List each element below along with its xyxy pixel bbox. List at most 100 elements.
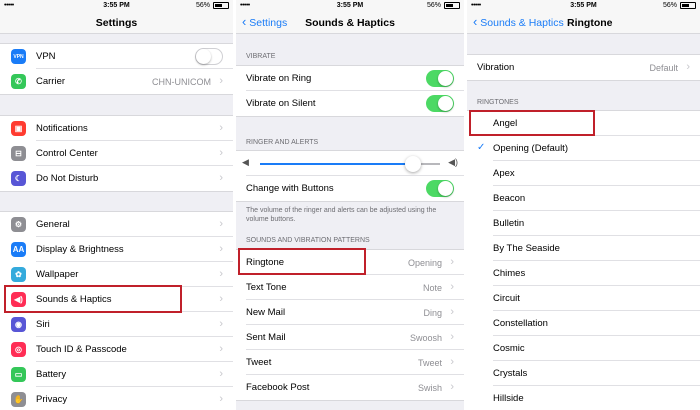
ringtone-item-by-the-seaside[interactable]: By The Seaside <box>467 236 700 261</box>
ringtone-item-bulletin[interactable]: Bulletin <box>467 211 700 236</box>
ringtone-item-apex[interactable]: Apex <box>467 161 700 186</box>
vibrate-item-vibrate-on-ring[interactable]: Vibrate on Ring <box>236 66 464 91</box>
settings-item-label: Carrier <box>36 76 66 87</box>
ringtone-item-hillside[interactable]: Hillside <box>467 386 700 410</box>
vibrate-item-vibrate-on-silent[interactable]: Vibrate on Silent <box>236 91 464 116</box>
settings-item-label: Do Not Disturb <box>36 173 99 184</box>
ringtone-item-label: Crystals <box>493 368 528 379</box>
ringtone-item-label: Constellation <box>493 318 548 329</box>
battery-percent: 56% <box>662 2 677 9</box>
ringtone-item-label: Chimes <box>493 268 526 279</box>
chevron-right-icon: › <box>450 281 454 293</box>
settings-item-siri[interactable]: ◉ Siri › <box>0 312 233 337</box>
checkmark-icon: ✓ <box>477 142 486 153</box>
chevron-right-icon: › <box>450 356 454 368</box>
highlight-ringtone <box>238 248 366 275</box>
pattern-item-tweet[interactable]: Tweet Tweet › <box>236 350 464 375</box>
settings-item-control-center[interactable]: ⊟ Control Center › <box>0 141 233 166</box>
pattern-item-new-mail[interactable]: New Mail Ding › <box>236 300 464 325</box>
chevron-right-icon: › <box>450 331 454 343</box>
pattern-item-label: Facebook Post <box>246 382 310 393</box>
ringtone-item-chimes[interactable]: Chimes <box>467 261 700 286</box>
battery-percent: 56% <box>426 2 441 9</box>
settings-item-general[interactable]: ⚙ General › <box>0 212 233 237</box>
hand-icon: ✋ <box>11 392 26 407</box>
wallpaper-icon: ✿ <box>11 267 26 282</box>
status-bar: ••••• 3:55 PM 56% <box>236 0 464 12</box>
control-center-icon: ⊟ <box>11 146 26 161</box>
status-bar: ••••• 3:55 PM 56% <box>0 0 233 12</box>
ringtone-item-beacon[interactable]: Beacon <box>467 186 700 211</box>
settings-item-label: Touch ID & Passcode <box>36 344 127 355</box>
vibrate-group: Vibrate on Ring Vibrate on Silent <box>236 65 464 117</box>
change-with-buttons-toggle[interactable] <box>426 180 454 197</box>
settings-item-display-brightness[interactable]: AA Display & Brightness › <box>0 237 233 262</box>
pattern-item-value: Opening <box>407 258 442 268</box>
navigation-bar: ‹ Settings Sounds & Haptics <box>236 12 464 34</box>
pattern-item-text-tone[interactable]: Text Tone Note › <box>236 275 464 300</box>
chevron-right-icon: › <box>219 243 223 255</box>
vibrate-item-label: Vibrate on Silent <box>246 98 316 109</box>
settings-item-label: Display & Brightness <box>36 244 124 255</box>
vibration-group: Vibration Default › <box>467 54 700 81</box>
chevron-right-icon: › <box>219 393 223 405</box>
change-with-buttons-row[interactable]: Change with Buttons <box>236 176 464 201</box>
chevron-right-icon: › <box>219 122 223 134</box>
settings-item-notifications[interactable]: ▣ Notifications › <box>0 116 233 141</box>
settings-item-label: Wallpaper <box>36 269 79 280</box>
settings-panel: ••••• 3:55 PM 56% Settings VPN VPN ✆ Carrie… <box>0 0 233 410</box>
status-bar: ••••• 3:55 PM 56% <box>467 0 700 12</box>
battery-percent: 56% <box>195 2 210 9</box>
pattern-item-facebook-post[interactable]: Facebook Post Swish › <box>236 375 464 400</box>
settings-item-touch-id-passcode[interactable]: ◎ Touch ID & Passcode › <box>0 337 233 362</box>
gear-icon: ⚙ <box>11 217 26 232</box>
vibrate-on-ring-toggle[interactable] <box>426 70 454 87</box>
pattern-item-sent-mail[interactable]: Sent Mail Swoosh › <box>236 325 464 350</box>
vpn-icon: VPN <box>11 49 26 64</box>
siri-icon: ◉ <box>11 317 26 332</box>
volume-thumb[interactable] <box>405 156 421 172</box>
vpn-toggle[interactable] <box>195 48 223 65</box>
back-button[interactable]: ‹ Sounds & Haptics <box>473 15 564 29</box>
ringtone-item-constellation[interactable]: Constellation <box>467 311 700 336</box>
chevron-right-icon: › <box>219 343 223 355</box>
chevron-right-icon: › <box>219 268 223 280</box>
battery-icon <box>680 2 696 9</box>
chevron-right-icon: › <box>219 218 223 230</box>
settings-item-privacy[interactable]: ✋ Privacy › <box>0 387 233 410</box>
ringtone-item-crystals[interactable]: Crystals <box>467 361 700 386</box>
settings-item-wallpaper[interactable]: ✿ Wallpaper › <box>0 262 233 287</box>
settings-item-carrier[interactable]: ✆ Carrier CHN-UNICOM › <box>0 69 233 94</box>
vibration-value: Default <box>649 63 678 73</box>
pattern-item-value: Ding <box>423 308 442 318</box>
battery-icon: ▭ <box>11 367 26 382</box>
notifications-icon: ▣ <box>11 121 26 136</box>
page-title: Ringtone <box>567 17 613 29</box>
ringer-header: RINGER AND ALERTS <box>246 139 319 146</box>
settings-group-notifications: ▣ Notifications › ⊟ Control Center › ☾ Do Not D… <box>0 115 233 192</box>
volume-slider[interactable] <box>260 156 440 172</box>
settings-item-battery[interactable]: ▭ Battery › <box>0 362 233 387</box>
chevron-right-icon: › <box>450 256 454 268</box>
pattern-item-value: Note <box>422 283 442 293</box>
ringtone-item-cosmic[interactable]: Cosmic <box>467 336 700 361</box>
settings-item-label: Privacy <box>36 394 68 405</box>
settings-item-label: Siri <box>36 319 50 330</box>
vibrate-on-silent-toggle[interactable] <box>426 95 454 112</box>
pattern-item-label: New Mail <box>246 307 286 318</box>
pattern-item-label: Sent Mail <box>246 332 286 343</box>
settings-item-do-not-disturb[interactable]: ☾ Do Not Disturb › <box>0 166 233 191</box>
volume-fill <box>260 163 413 165</box>
pattern-item-label: Tweet <box>246 357 272 368</box>
vibration-row[interactable]: Vibration Default › <box>467 55 700 80</box>
fingerprint-icon: ◎ <box>11 342 26 357</box>
vibrate-header: VIBRATE <box>246 53 276 60</box>
ringer-group: ◀ ◀) Change with Buttons <box>236 150 464 202</box>
change-with-buttons-label: Change with Buttons <box>246 183 334 194</box>
speaker-high-icon: ◀) <box>448 157 458 167</box>
settings-item-vpn[interactable]: VPN VPN <box>0 44 233 69</box>
settings-item-label: Battery <box>36 369 67 380</box>
ringtone-item-label: Hillside <box>493 393 524 404</box>
ringtone-item-opening-default[interactable]: ✓ Opening (Default) <box>467 136 700 161</box>
ringtone-item-circuit[interactable]: Circuit <box>467 286 700 311</box>
